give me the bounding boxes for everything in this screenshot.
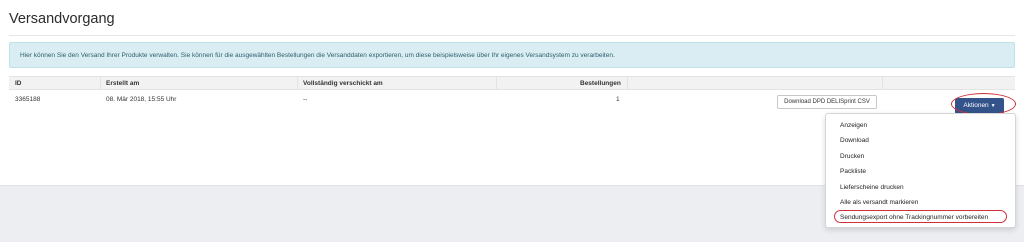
column-divider <box>627 77 628 90</box>
menu-item-lieferscheine-drucken[interactable]: Lieferscheine drucken <box>840 184 904 191</box>
table-header: ID Erstellt am Vollständig verschickt am… <box>9 76 1015 90</box>
column-divider <box>496 77 497 90</box>
actions-dropdown-button[interactable]: Aktionen ▼ <box>955 98 1004 114</box>
column-header-orders: Bestellungen <box>580 80 621 87</box>
caret-down-icon: ▼ <box>990 103 996 109</box>
cell-created: 08. Mär 2018, 15:55 Uhr <box>106 96 177 103</box>
menu-item-packliste[interactable]: Packliste <box>840 168 866 175</box>
menu-item-mark-all-shipped[interactable]: Alle als versandt markieren <box>840 199 918 206</box>
cell-shipped: -- <box>303 96 308 103</box>
column-divider <box>882 77 883 90</box>
menu-item-export-without-tracking[interactable]: Sendungsexport ohne Trackingnummer vorbe… <box>840 214 988 221</box>
column-divider <box>100 77 101 90</box>
menu-item-anzeigen[interactable]: Anzeigen <box>840 122 867 129</box>
column-divider <box>297 77 298 90</box>
page-title: Versandvorgang <box>9 11 115 27</box>
info-alert-text: Hier können Sie den Versand Ihrer Produk… <box>20 52 615 59</box>
actions-dropdown-menu: Anzeigen Download Drucken Packliste Lief… <box>825 113 1016 228</box>
actions-button-label: Aktionen <box>963 102 989 109</box>
menu-item-download[interactable]: Download <box>840 137 869 144</box>
column-header-created: Erstellt am <box>106 80 140 87</box>
cell-orders: 1 <box>616 96 620 103</box>
column-header-shipped: Vollständig verschickt am <box>303 80 383 87</box>
info-alert: Hier können Sie den Versand Ihrer Produk… <box>9 42 1015 68</box>
menu-item-drucken[interactable]: Drucken <box>840 153 864 160</box>
title-divider <box>9 35 1015 36</box>
shipments-table: ID Erstellt am Vollständig verschickt am… <box>9 76 1015 116</box>
column-header-id: ID <box>15 80 22 87</box>
download-dpd-csv-button[interactable]: Download DPD DELISprint CSV <box>777 95 877 109</box>
cell-id: 3365188 <box>15 96 41 103</box>
